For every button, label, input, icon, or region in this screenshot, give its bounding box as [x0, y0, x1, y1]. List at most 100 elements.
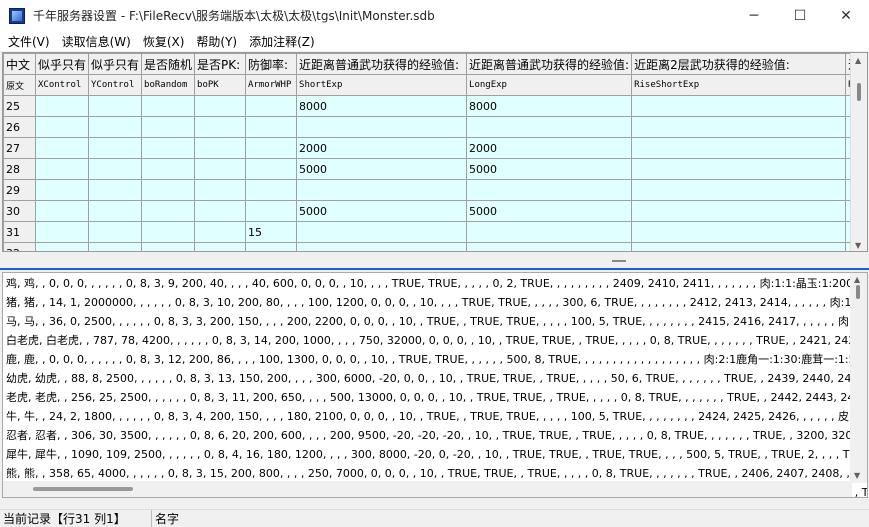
grid-cell[interactable]: [88, 158, 143, 180]
column-header-cn[interactable]: 是否随机: [141, 53, 196, 75]
grid-cell[interactable]: [194, 242, 247, 251]
grid-cell[interactable]: [141, 137, 196, 159]
grid-cell[interactable]: [141, 179, 196, 201]
splitter[interactable]: [0, 252, 869, 270]
minimize-button[interactable]: ─: [731, 0, 777, 31]
grid-cell[interactable]: [245, 179, 298, 201]
column-header-original[interactable]: boPK: [194, 74, 247, 96]
table-row[interactable]: 25 8000 8000: [3, 95, 867, 117]
memo-vertical-scrollbar[interactable]: ▲ ▼: [850, 273, 867, 483]
grid-cell[interactable]: [88, 95, 143, 117]
column-header-cn[interactable]: 近距离普通武功获得的经验值:: [296, 53, 468, 75]
maximize-button[interactable]: ☐: [777, 0, 823, 31]
grid-cell[interactable]: [466, 242, 633, 251]
grid-cell[interactable]: [245, 116, 298, 138]
grid-cell[interactable]: [141, 200, 196, 222]
grid-cell[interactable]: [34, 95, 90, 117]
grid-scroll-thumb[interactable]: [857, 83, 861, 101]
memo-horizontal-scrollbar[interactable]: [3, 481, 852, 497]
table-row[interactable]: 27 2000 2000: [3, 137, 867, 159]
grid-cell[interactable]: [631, 242, 847, 251]
table-row[interactable]: 26: [3, 116, 867, 138]
grid-cell[interactable]: [194, 95, 247, 117]
table-row[interactable]: 28 5000 5000: [3, 158, 867, 180]
grid-cell[interactable]: [194, 137, 247, 159]
column-header-cn[interactable]: 似乎只有: [34, 53, 90, 75]
grid-cell[interactable]: [88, 179, 143, 201]
grid-cell[interactable]: [631, 200, 847, 222]
splitter-handle[interactable]: [612, 260, 626, 262]
grid-cell[interactable]: 5000: [296, 158, 468, 180]
grid-cell[interactable]: [141, 221, 196, 243]
column-header-original[interactable]: XControl: [34, 74, 90, 96]
menu-file[interactable]: 文件(V): [0, 33, 56, 50]
grid-cell[interactable]: [466, 179, 633, 201]
data-grid[interactable]: 中文 似乎只有 似乎只有 是否随机 是否PK: 防御率: 近距离普通武功获得的经验值: 近距离…: [2, 52, 868, 252]
grid-cell[interactable]: [88, 221, 143, 243]
grid-cell[interactable]: [466, 116, 633, 138]
column-header-cn[interactable]: 似乎只有: [88, 53, 143, 75]
grid-cell[interactable]: [34, 221, 90, 243]
grid-cell[interactable]: 8000: [466, 95, 633, 117]
grid-cell[interactable]: [296, 242, 468, 251]
menu-restore[interactable]: 恢复(X): [137, 33, 191, 50]
memo-scroll-thumb[interactable]: [856, 285, 860, 299]
grid-cell[interactable]: [631, 179, 847, 201]
column-header-original[interactable]: RiseShortExp: [631, 74, 847, 96]
grid-cell[interactable]: [296, 116, 468, 138]
grid-cell[interactable]: [88, 116, 143, 138]
column-header-original[interactable]: ShortExp: [296, 74, 468, 96]
column-header-cn[interactable]: 中文: [3, 53, 36, 75]
grid-cell[interactable]: [34, 137, 90, 159]
grid-cell[interactable]: 2000: [466, 137, 633, 159]
grid-cell[interactable]: [194, 116, 247, 138]
grid-cell[interactable]: [141, 95, 196, 117]
grid-cell[interactable]: [194, 221, 247, 243]
column-header-cn[interactable]: 近距离2层武功获得的经验值:: [631, 53, 847, 75]
column-header-cn[interactable]: 近距离普通武功获得的经验值:: [466, 53, 633, 75]
grid-cell[interactable]: 15: [245, 221, 298, 243]
grid-cell[interactable]: [631, 137, 847, 159]
grid-cell[interactable]: [245, 95, 298, 117]
grid-cell[interactable]: 2000: [296, 137, 468, 159]
table-row[interactable]: 29: [3, 179, 867, 201]
menu-help[interactable]: 帮助(Y): [190, 33, 243, 50]
grid-cell[interactable]: [194, 200, 247, 222]
menu-read-info[interactable]: 读取信息(W): [56, 33, 137, 50]
memo-scroll-up-icon[interactable]: ▲: [854, 275, 860, 284]
grid-cell[interactable]: 8000: [296, 95, 468, 117]
scroll-down-icon[interactable]: ▼: [855, 241, 861, 250]
column-header-original[interactable]: boRandom: [141, 74, 196, 96]
grid-cell[interactable]: [88, 200, 143, 222]
grid-cell[interactable]: [34, 200, 90, 222]
column-header-cn[interactable]: 防御率:: [245, 53, 298, 75]
grid-cell[interactable]: [631, 116, 847, 138]
grid-cell[interactable]: [194, 179, 247, 201]
grid-cell[interactable]: [296, 179, 468, 201]
grid-cell[interactable]: [34, 242, 90, 251]
grid-cell[interactable]: [34, 158, 90, 180]
grid-cell[interactable]: [631, 158, 847, 180]
column-header-cn[interactable]: 是否PK:: [194, 53, 247, 75]
grid-cell[interactable]: 5000: [466, 200, 633, 222]
table-row[interactable]: 30 5000 5000: [3, 200, 867, 222]
grid-cell[interactable]: [88, 242, 143, 251]
grid-cell[interactable]: [245, 137, 298, 159]
scroll-up-icon[interactable]: ▲: [855, 56, 861, 65]
grid-cell[interactable]: [245, 200, 298, 222]
grid-cell[interactable]: 5000: [296, 200, 468, 222]
grid-cell[interactable]: [466, 221, 633, 243]
table-row[interactable]: 32: [3, 242, 867, 251]
column-header-original[interactable]: 原文: [3, 74, 36, 96]
grid-cell[interactable]: [631, 221, 847, 243]
grid-cell[interactable]: [296, 221, 468, 243]
column-header-original[interactable]: LongExp: [466, 74, 633, 96]
column-header-original[interactable]: YControl: [88, 74, 143, 96]
grid-cell[interactable]: [631, 95, 847, 117]
grid-cell[interactable]: [245, 242, 298, 251]
memo-hscroll-thumb[interactable]: [33, 487, 133, 491]
grid-vertical-scrollbar[interactable]: ▲ ▼: [850, 53, 867, 251]
menu-add-comment[interactable]: 添加注释(Z): [243, 33, 321, 50]
record-text-memo[interactable]: 鸡, 鸡, , 0, 0, 0, , , , , , 0, 8, 3, 9, 2…: [2, 272, 868, 498]
grid-cell[interactable]: [194, 158, 247, 180]
